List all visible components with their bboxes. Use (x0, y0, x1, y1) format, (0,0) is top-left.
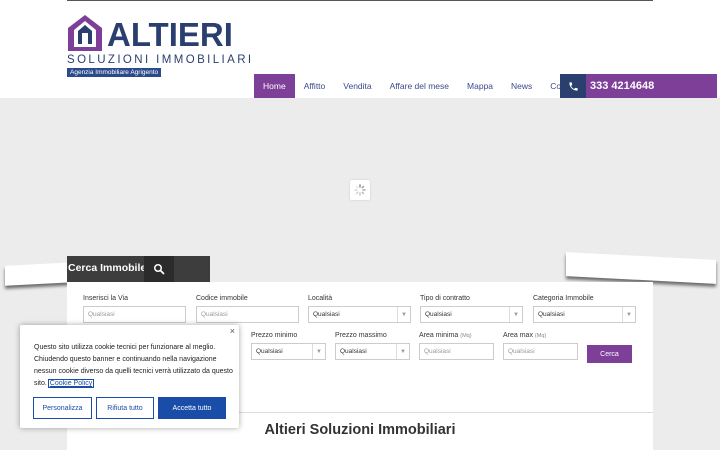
field-localita: Località Qualsiasi ▼ (308, 295, 411, 323)
codice-input[interactable]: Qualsiasi (196, 306, 299, 323)
cookie-customize-button[interactable]: Personalizza (33, 397, 92, 419)
search-tab-label: Cerca Immobile (68, 262, 147, 274)
nav-news[interactable]: News (502, 74, 541, 98)
cookie-accept-button[interactable]: Accetta tutto (158, 397, 226, 419)
field-contratto: Tipo di contratto Qualsiasi ▼ (420, 295, 523, 323)
prezzo-max-label: Prezzo massimo (335, 332, 387, 339)
field-area-min: Area minima (Mq) Qualsiasi (419, 332, 494, 360)
area-max-input[interactable]: Qualsiasi (503, 343, 578, 360)
area-max-label-text: Area max (503, 332, 533, 339)
field-area-max: Area max (Mq) Qualsiasi (503, 332, 578, 360)
nav-mappa[interactable]: Mappa (458, 74, 502, 98)
cookie-banner: × Questo sito utilizza cookie tecnici pe… (20, 325, 239, 428)
nav-home[interactable]: Home (254, 74, 295, 98)
via-input[interactable]: Qualsiasi (83, 306, 186, 323)
cookie-text: Questo sito utilizza cookie tecnici per … (34, 342, 234, 390)
localita-select[interactable]: Qualsiasi ▼ (308, 306, 411, 323)
search-icon[interactable] (144, 256, 174, 282)
logo-tagline: Agenzia Immobiliare Agrigento (67, 68, 162, 77)
prezzo-max-select[interactable]: Qualsiasi ▼ (335, 343, 410, 360)
contratto-label: Tipo di contratto (420, 295, 470, 302)
categoria-select[interactable]: Qualsiasi ▼ (533, 306, 636, 323)
top-divider (67, 0, 653, 1)
prezzo-min-label: Prezzo minimo (251, 332, 298, 339)
chevron-down-icon: ▼ (509, 307, 522, 322)
via-label: Inserisci la Via (83, 295, 129, 302)
area-min-input[interactable]: Qualsiasi (419, 343, 494, 360)
area-max-label: Area max (Mq) (503, 332, 578, 339)
codice-label: Codice immobile (196, 295, 248, 302)
main-nav: Home Affitto Vendita Affare del mese Map… (254, 74, 589, 98)
field-categoria: Categoria Immobile Qualsiasi ▼ (533, 295, 636, 323)
close-icon[interactable]: × (230, 326, 235, 336)
chevron-down-icon: ▼ (397, 307, 410, 322)
cookie-reject-button[interactable]: Rifiuta tutto (96, 397, 154, 419)
phone-icon (560, 74, 586, 98)
loading-spinner-icon (350, 180, 370, 200)
chevron-down-icon: ▼ (396, 344, 409, 359)
nav-vendita[interactable]: Vendita (334, 74, 380, 98)
contratto-select[interactable]: Qualsiasi ▼ (420, 306, 523, 323)
chevron-down-icon: ▼ (622, 307, 635, 322)
field-codice: Codice immobile Qualsiasi (196, 295, 299, 323)
area-min-label: Area minima (Mq) (419, 332, 494, 339)
site-logo[interactable]: ALTIERI SOLUZIONI IMMOBILIARI Agenzia Im… (67, 14, 251, 80)
phone-number: 333 4214648 (590, 80, 655, 92)
field-prezzo-min: Prezzo minimo Qualsiasi ▼ (251, 332, 326, 360)
phone-contact[interactable]: 333 4214648 (560, 74, 717, 98)
area-min-unit: (Mq) (460, 333, 472, 339)
area-min-label-text: Area minima (419, 332, 459, 339)
localita-label: Località (308, 295, 333, 302)
house-logo-icon (68, 15, 102, 51)
categoria-value: Qualsiasi (538, 311, 565, 318)
nav-affitto[interactable]: Affitto (295, 74, 335, 98)
localita-value: Qualsiasi (313, 311, 340, 318)
logo-subtitle: SOLUZIONI IMMOBILIARI (67, 54, 254, 66)
field-via: Inserisci la Via Qualsiasi (83, 295, 186, 323)
chevron-down-icon: ▼ (312, 344, 325, 359)
area-max-unit: (Mq) (534, 333, 547, 339)
categoria-label: Categoria Immobile (533, 295, 594, 302)
decorative-shadow-right (566, 252, 716, 284)
prezzo-max-value: Qualsiasi (340, 348, 367, 355)
field-prezzo-max: Prezzo massimo Qualsiasi ▼ (335, 332, 410, 360)
nav-affare-del-mese[interactable]: Affare del mese (381, 74, 458, 98)
prezzo-min-value: Qualsiasi (256, 348, 283, 355)
contratto-value: Qualsiasi (425, 311, 452, 318)
cookie-policy-link[interactable]: Cookie Policy (47, 379, 95, 388)
search-submit-button[interactable]: Cerca (587, 345, 632, 363)
logo-title: ALTIERI (107, 16, 233, 53)
search-tab[interactable]: Cerca Immobile (67, 256, 210, 282)
prezzo-min-select[interactable]: Qualsiasi ▼ (251, 343, 326, 360)
